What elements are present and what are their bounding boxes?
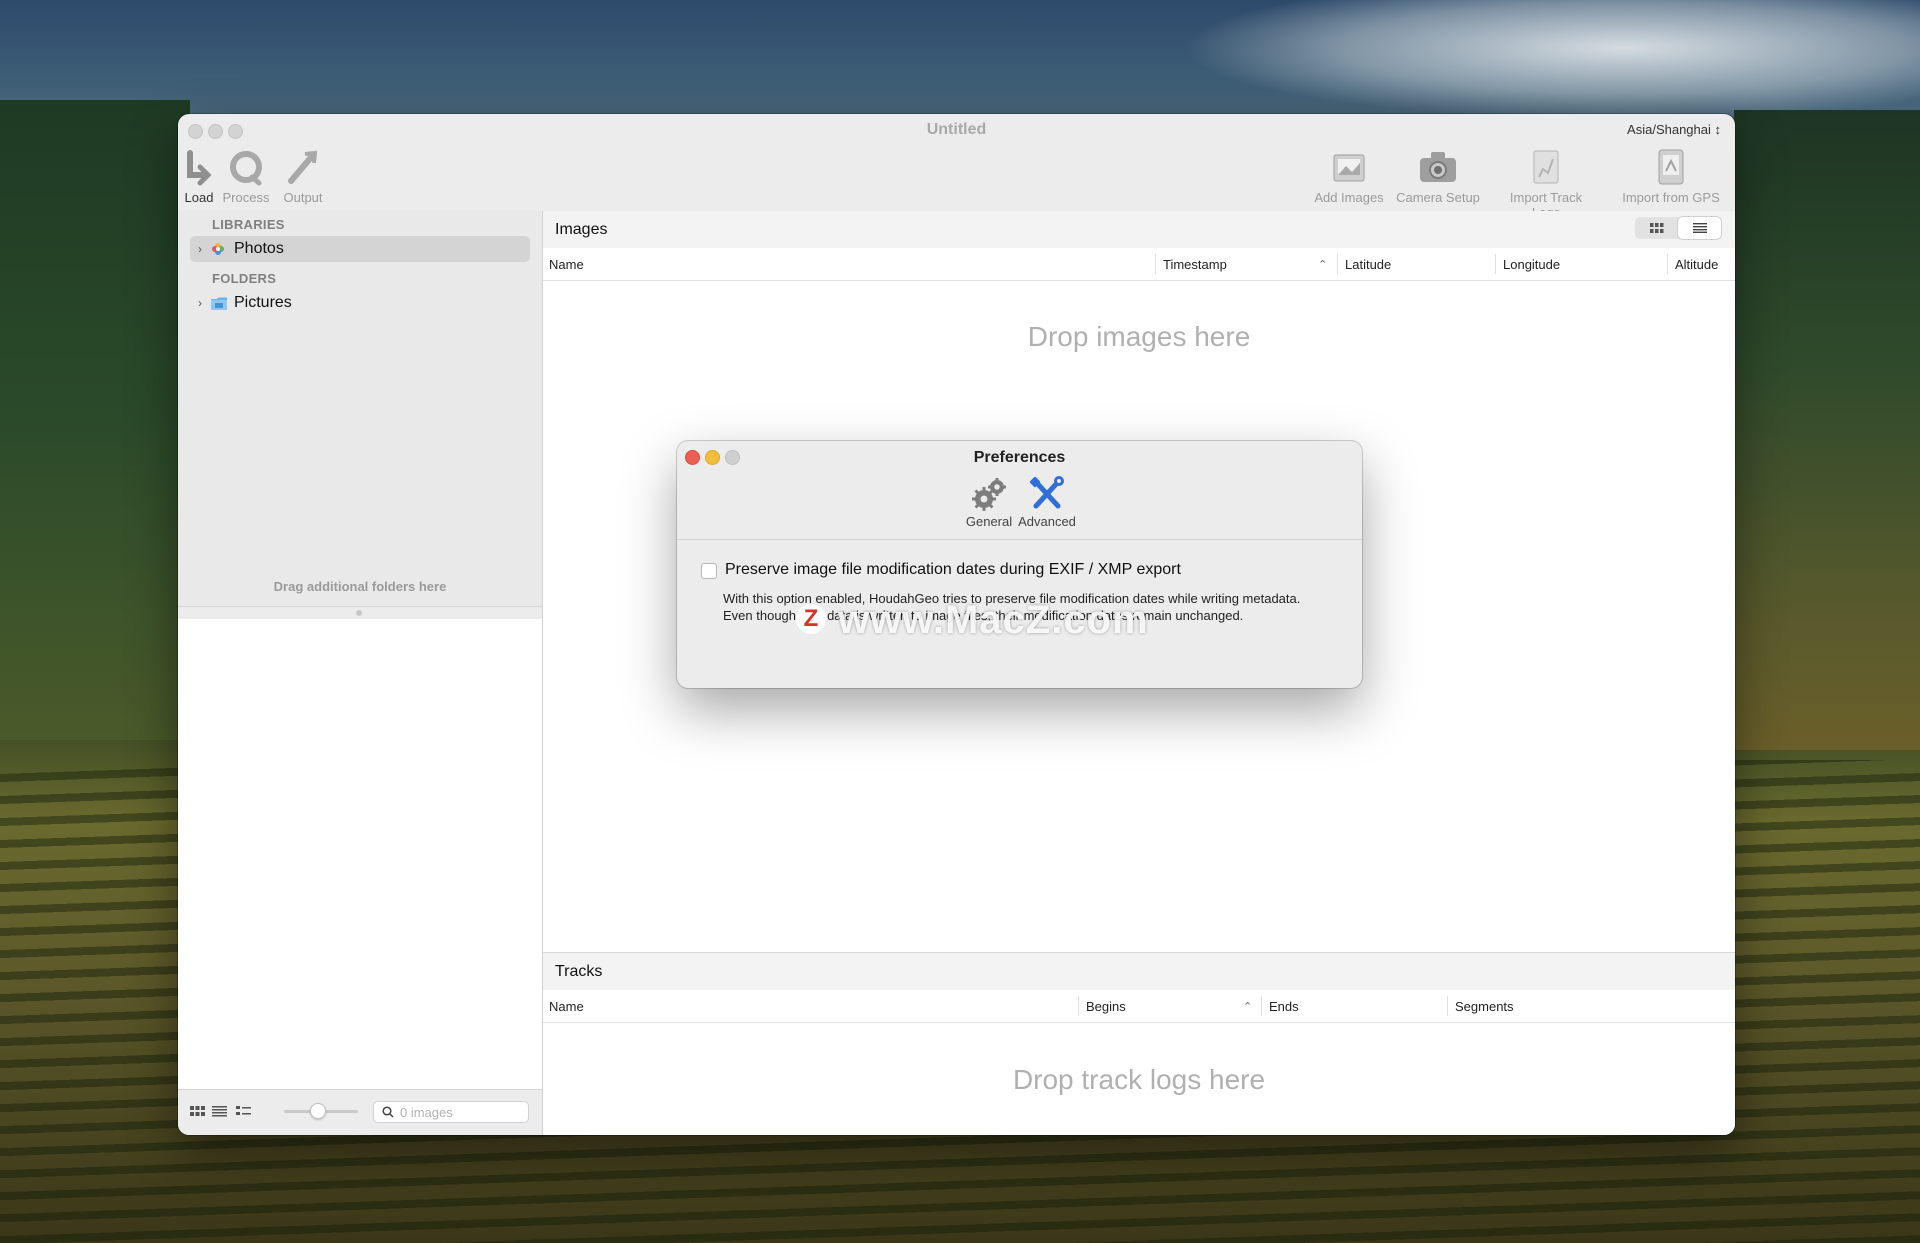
column-longitude[interactable]: Longitude	[1503, 257, 1560, 272]
search-icon	[382, 1106, 394, 1118]
sort-ascending-icon: ⌃	[1318, 259, 1328, 271]
gears-icon	[961, 474, 1017, 514]
tab-advanced-label: Advanced	[1018, 514, 1076, 529]
tracks-table-header: Name Begins ⌃ Ends Segments	[543, 990, 1735, 1023]
sidebar-item-label: Photos	[234, 240, 284, 257]
column-divider	[1667, 254, 1668, 274]
column-name[interactable]: Name	[549, 257, 584, 272]
watermark-badge: Z	[796, 604, 826, 634]
sidebar-item-photos[interactable]: › Photos	[190, 236, 530, 262]
add-images-button[interactable]: Add Images	[1309, 144, 1389, 205]
watermark-text: www.MacZ.com	[838, 598, 1149, 642]
background-forest-left	[0, 100, 190, 740]
import-track-logs-button[interactable]: Import Track Logs	[1494, 144, 1598, 220]
import-track-logs-icon	[1494, 144, 1598, 190]
import-from-gps-button[interactable]: Import from GPS	[1619, 144, 1723, 205]
import-gps-icon	[1619, 144, 1723, 190]
column-latitude[interactable]: Latitude	[1345, 257, 1391, 272]
images-pane-header: Images	[543, 211, 1735, 248]
tab-general[interactable]: General	[961, 474, 1017, 529]
import-from-gps-label: Import from GPS	[1622, 190, 1720, 205]
background-clouds	[1180, 0, 1920, 120]
load-icon	[182, 144, 216, 190]
column-altitude[interactable]: Altitude	[1675, 257, 1718, 272]
column-divider	[1447, 996, 1448, 1016]
sort-ascending-icon: ⌃	[1243, 1001, 1253, 1013]
column-begins[interactable]: Begins	[1086, 999, 1126, 1014]
thumbnail-view-icon[interactable]	[1635, 217, 1678, 239]
search-placeholder: 0 images	[400, 1104, 453, 1120]
load-button[interactable]: Load	[182, 144, 216, 205]
add-images-icon	[1309, 144, 1389, 190]
tracks-pane-title: Tracks	[555, 963, 603, 980]
process-button[interactable]: Process	[220, 144, 272, 205]
sidebar-item-label: Pictures	[234, 294, 292, 311]
camera-icon	[1393, 144, 1483, 190]
column-name[interactable]: Name	[549, 999, 584, 1014]
column-divider	[1261, 996, 1262, 1016]
tracks-pane-header: Tracks	[543, 953, 1735, 990]
slider-knob[interactable]	[310, 1103, 326, 1119]
chevron-right-icon[interactable]: ›	[190, 242, 210, 256]
process-label: Process	[222, 190, 270, 205]
camera-setup-label: Camera Setup	[1396, 190, 1480, 205]
process-icon	[220, 144, 272, 190]
images-pane-title: Images	[555, 221, 608, 238]
sidebar: LIBRARIES › Photos FOLDERS › Pictures Dr…	[178, 211, 543, 1135]
image-search-field[interactable]: 0 images	[373, 1101, 529, 1123]
output-icon	[278, 144, 328, 190]
chevron-right-icon[interactable]: ›	[190, 296, 210, 310]
timezone-selector[interactable]: Asia/Shanghai ↕	[1627, 122, 1721, 137]
output-label: Output	[283, 190, 323, 205]
preferences-title: Preferences	[973, 449, 1066, 466]
camera-setup-button[interactable]: Camera Setup	[1393, 144, 1483, 205]
grid-view-icon[interactable]	[190, 1104, 205, 1122]
column-timestamp[interactable]: Timestamp	[1163, 257, 1227, 272]
image-browser[interactable]	[178, 619, 542, 1089]
browser-bottom-bar: 0 images	[178, 1089, 542, 1135]
drag-folders-hint: Drag additional folders here	[273, 579, 447, 594]
images-view-toggle[interactable]	[1635, 217, 1721, 239]
column-divider	[1155, 254, 1156, 274]
images-drop-zone[interactable]: Drop images here	[543, 321, 1735, 353]
libraries-heading: LIBRARIES	[212, 217, 285, 232]
preserve-dates-label[interactable]: Preserve image file modification dates d…	[725, 561, 1181, 579]
sidebar-split-handle[interactable]	[178, 606, 542, 620]
column-segments[interactable]: Segments	[1455, 999, 1514, 1014]
folder-icon	[210, 296, 234, 311]
tab-general-label: General	[965, 514, 1013, 529]
preserve-dates-checkbox[interactable]	[701, 563, 717, 579]
table-view-icon[interactable]	[1678, 217, 1721, 239]
column-divider	[1337, 254, 1338, 274]
toolbar-separator	[677, 539, 1362, 540]
tracks-drop-zone[interactable]: Drop track logs here	[543, 1064, 1735, 1096]
sidebar-item-pictures[interactable]: › Pictures	[190, 290, 530, 316]
load-label: Load	[184, 190, 214, 205]
tools-icon	[1015, 474, 1079, 514]
images-table-header: Name Timestamp ⌃ Latitude Longitude Alti…	[543, 248, 1735, 281]
photos-icon	[210, 241, 234, 257]
column-divider	[1078, 996, 1079, 1016]
background-forest-right	[1734, 110, 1920, 750]
folders-heading: FOLDERS	[212, 271, 277, 286]
column-ends[interactable]: Ends	[1269, 999, 1299, 1014]
output-button[interactable]: Output	[278, 144, 328, 205]
detail-view-icon[interactable]	[236, 1104, 251, 1122]
preferences-window: Preferences General Advanced Preserve im…	[677, 441, 1362, 688]
tab-advanced[interactable]: Advanced	[1015, 474, 1079, 529]
list-view-icon[interactable]	[212, 1104, 227, 1122]
column-divider	[1495, 254, 1496, 274]
add-images-label: Add Images	[1314, 190, 1384, 205]
window-title: Untitled	[926, 121, 987, 138]
